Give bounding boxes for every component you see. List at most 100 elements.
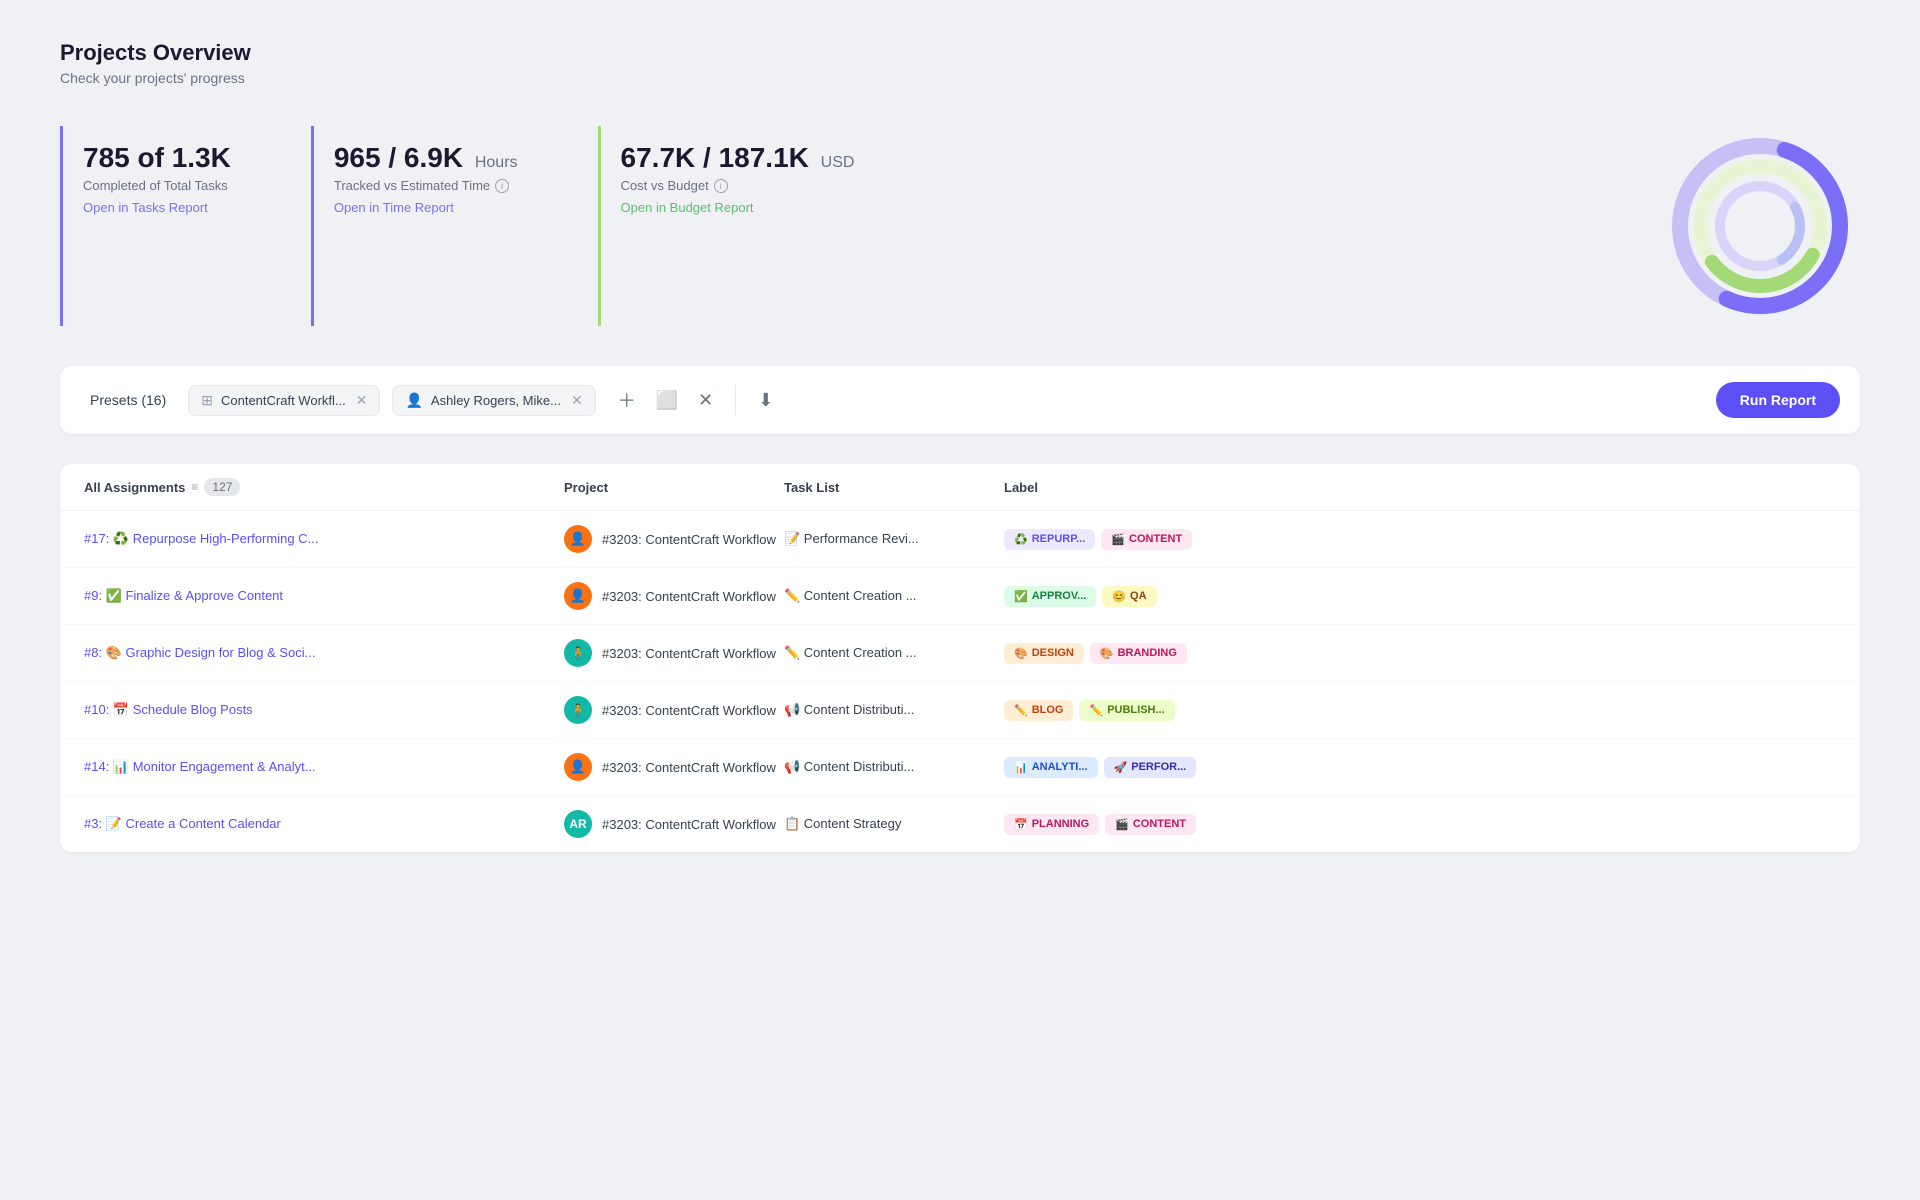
table-row: #9: ✅ Finalize & Approve Content 👤 #3203… bbox=[60, 568, 1860, 625]
task-link[interactable]: #14: 📊 Monitor Engagement & Analyt... bbox=[84, 759, 316, 775]
label-badge: 🎨 DESIGN bbox=[1004, 643, 1084, 664]
task-link[interactable]: #17: ♻️ Repurpose High-Performing C... bbox=[84, 531, 318, 547]
table-row: #14: 📊 Monitor Engagement & Analyt... 👤 … bbox=[60, 739, 1860, 796]
clear-filters-button[interactable]: ✕ bbox=[692, 386, 719, 415]
time-report-link[interactable]: Open in Time Report bbox=[334, 200, 454, 215]
label-text: REPURP... bbox=[1032, 533, 1086, 545]
budget-info-icon[interactable]: i bbox=[714, 179, 728, 193]
stat-time: 965 / 6.9K Hours Tracked vs Estimated Ti… bbox=[311, 126, 558, 326]
stat-tasks-value: 785 of 1.3K bbox=[83, 142, 231, 174]
stats-row: 785 of 1.3K Completed of Total Tasks Ope… bbox=[60, 126, 1860, 326]
labels-cell: ♻️ REPURP... 🎬 CONTENT bbox=[1004, 529, 1836, 550]
task-id: #8: 🎨 Graphic Design for Blog & Soci... bbox=[84, 645, 316, 660]
sort-icon[interactable]: ≡ bbox=[191, 480, 198, 494]
tasklist-cell: 📢 Content Distributi... bbox=[784, 702, 1004, 718]
download-icon: ⬇ bbox=[758, 390, 773, 411]
label-text: PERFOR... bbox=[1131, 761, 1186, 773]
tasklist-cell: ✏️ Content Creation ... bbox=[784, 588, 1004, 604]
label-badge: 📊 ANALYTI... bbox=[1004, 757, 1098, 778]
stat-time-value: 965 / 6.9K Hours bbox=[334, 142, 518, 174]
label-text: ANALYTI... bbox=[1032, 761, 1088, 773]
label-badge: ✅ APPROV... bbox=[1004, 586, 1096, 607]
label-emoji: 📅 bbox=[1014, 818, 1028, 831]
project-cell: #3203: ContentCraft Workflow bbox=[602, 760, 776, 775]
label-emoji: ✅ bbox=[1014, 590, 1028, 603]
filter-actions: ＋ ⬜ ✕ bbox=[612, 383, 720, 417]
stat-tasks: 785 of 1.3K Completed of Total Tasks Ope… bbox=[60, 126, 271, 326]
label-emoji: ♻️ bbox=[1014, 533, 1028, 546]
task-link[interactable]: #9: ✅ Finalize & Approve Content bbox=[84, 588, 283, 604]
label-emoji: ✏️ bbox=[1089, 704, 1103, 717]
label-emoji: 🎬 bbox=[1111, 533, 1125, 546]
label-badge: ♻️ REPURP... bbox=[1004, 529, 1095, 550]
download-button[interactable]: ⬇ bbox=[752, 386, 779, 415]
task-cell: #8: 🎨 Graphic Design for Blog & Soci... bbox=[84, 645, 564, 661]
avatar: 👤 bbox=[564, 525, 592, 553]
labels-cell: 🎨 DESIGN 🎨 BRANDING bbox=[1004, 643, 1836, 664]
label-badge: 🎬 CONTENT bbox=[1105, 814, 1196, 835]
run-report-button[interactable]: Run Report bbox=[1716, 382, 1840, 418]
time-info-icon[interactable]: i bbox=[495, 179, 509, 193]
task-link[interactable]: #10: 📅 Schedule Blog Posts bbox=[84, 702, 253, 718]
label-text: PUBLISH... bbox=[1107, 704, 1164, 716]
avatar: AR bbox=[564, 810, 592, 838]
task-cell: #9: ✅ Finalize & Approve Content bbox=[84, 588, 564, 604]
header-section: Projects Overview Check your projects' p… bbox=[60, 40, 1860, 86]
label-text: DESIGN bbox=[1032, 647, 1074, 659]
save-filter-button[interactable]: ⬜ bbox=[650, 386, 684, 415]
budget-report-link[interactable]: Open in Budget Report bbox=[621, 200, 754, 215]
table-row: #3: 📝 Create a Content Calendar AR #3203… bbox=[60, 796, 1860, 852]
assignee-cell: AR #3203: ContentCraft Workflow bbox=[564, 810, 784, 838]
assignee-filter-label: Ashley Rogers, Mike... bbox=[431, 393, 561, 408]
filter-chip-project: ⊞ ContentCraft Workfl... ✕ bbox=[188, 385, 380, 416]
page-title: Projects Overview bbox=[60, 40, 1860, 66]
label-text: BLOG bbox=[1032, 704, 1064, 716]
project-cell: #3203: ContentCraft Workflow bbox=[602, 703, 776, 718]
plus-icon: ＋ bbox=[618, 387, 636, 413]
save-icon: ⬜ bbox=[656, 390, 678, 411]
label-text: CONTENT bbox=[1129, 533, 1182, 545]
project-cell: #3203: ContentCraft Workflow bbox=[602, 589, 776, 604]
label-text: APPROV... bbox=[1032, 590, 1087, 602]
assignee-cell: 🧍 #3203: ContentCraft Workflow bbox=[564, 639, 784, 667]
avatar: 👤 bbox=[564, 582, 592, 610]
label-badge: 😊 QA bbox=[1102, 586, 1156, 607]
label-text: BRANDING bbox=[1118, 647, 1177, 659]
stat-budget-label: Cost vs Budget i bbox=[621, 178, 855, 193]
assignee-filter-icon: 👤 bbox=[405, 392, 422, 409]
label-text: PLANNING bbox=[1032, 818, 1089, 830]
th-label: Label bbox=[1004, 478, 1836, 496]
project-cell: #3203: ContentCraft Workflow bbox=[602, 646, 776, 661]
label-badge: 📅 PLANNING bbox=[1004, 814, 1099, 835]
tasklist-cell: 📢 Content Distributi... bbox=[784, 759, 1004, 775]
assignee-cell: 👤 #3203: ContentCraft Workflow bbox=[564, 753, 784, 781]
table-row: #10: 📅 Schedule Blog Posts 🧍 #3203: Cont… bbox=[60, 682, 1860, 739]
tasklist-cell: 📝 Performance Revi... bbox=[784, 531, 1004, 547]
assignee-cell: 👤 #3203: ContentCraft Workflow bbox=[564, 525, 784, 553]
stat-budget: 67.7K / 187.1K USD Cost vs Budget i Open… bbox=[598, 126, 895, 326]
tasklist-cell: ✏️ Content Creation ... bbox=[784, 645, 1004, 661]
filter-bar: Presets (16) ⊞ ContentCraft Workfl... ✕ … bbox=[60, 366, 1860, 434]
project-filter-close[interactable]: ✕ bbox=[356, 392, 368, 409]
label-badge: ✏️ BLOG bbox=[1004, 700, 1073, 721]
project-cell: #3203: ContentCraft Workflow bbox=[602, 532, 776, 547]
tasks-report-link[interactable]: Open in Tasks Report bbox=[83, 200, 208, 215]
label-emoji: 🚀 bbox=[1114, 761, 1128, 774]
add-filter-button[interactable]: ＋ bbox=[612, 383, 642, 417]
labels-cell: ✏️ BLOG ✏️ PUBLISH... bbox=[1004, 700, 1836, 721]
table-header: All Assignments ≡ 127 Project Task List … bbox=[60, 464, 1860, 511]
task-link[interactable]: #8: 🎨 Graphic Design for Blog & Soci... bbox=[84, 645, 316, 661]
labels-cell: ✅ APPROV... 😊 QA bbox=[1004, 586, 1836, 607]
labels-cell: 📊 ANALYTI... 🚀 PERFOR... bbox=[1004, 757, 1836, 778]
task-link[interactable]: #3: 📝 Create a Content Calendar bbox=[84, 816, 281, 832]
task-cell: #14: 📊 Monitor Engagement & Analyt... bbox=[84, 759, 564, 775]
tasklist-cell: 📋 Content Strategy bbox=[784, 816, 1004, 832]
stat-tasks-label: Completed of Total Tasks bbox=[83, 178, 231, 193]
th-project: Project bbox=[564, 478, 784, 496]
label-badge: 🎨 BRANDING bbox=[1090, 643, 1187, 664]
label-emoji: 🎨 bbox=[1100, 647, 1114, 660]
avatar: 🧍 bbox=[564, 696, 592, 724]
presets-button[interactable]: Presets (16) bbox=[80, 386, 176, 414]
label-emoji: 📊 bbox=[1014, 761, 1028, 774]
assignee-filter-close[interactable]: ✕ bbox=[571, 392, 583, 409]
